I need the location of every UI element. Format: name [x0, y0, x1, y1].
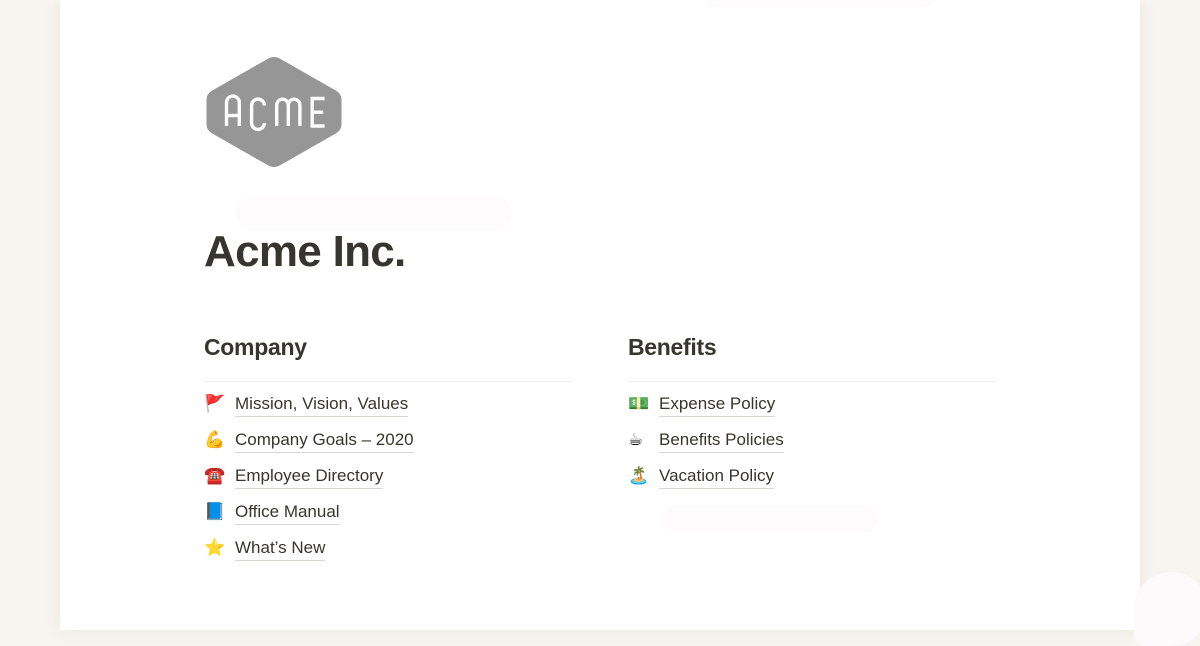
page-content: Acme Inc. Company 🚩 Mission, Vision, Val… [204, 0, 1004, 630]
triangular-flag-emoji: 🚩 [204, 394, 226, 414]
link-vacation-policy[interactable]: Vacation Policy [659, 465, 774, 489]
column-company: Company 🚩 Mission, Vision, Values 💪 Comp… [204, 332, 572, 573]
page-stage: Acme Inc. Company 🚩 Mission, Vision, Val… [0, 0, 1200, 646]
dollar-banknote-emoji: 💵 [628, 394, 650, 414]
background-artifact-corner [1134, 572, 1200, 646]
column-heading-benefits: Benefits [628, 334, 717, 360]
list-item[interactable]: 🚩 Mission, Vision, Values [204, 393, 572, 429]
list-item[interactable]: ☕ Benefits Policies [628, 429, 996, 465]
list-item[interactable]: ☎️ Employee Directory [204, 465, 572, 501]
column-divider-company [204, 381, 572, 382]
telephone-emoji: ☎️ [204, 466, 226, 486]
link-expense-policy[interactable]: Expense Policy [659, 393, 776, 417]
star-emoji: ⭐ [204, 538, 226, 558]
list-item[interactable]: 💪 Company Goals – 2020 [204, 429, 572, 465]
page-title: Acme Inc. [204, 227, 406, 276]
link-columns: Company 🚩 Mission, Vision, Values 💪 Comp… [204, 332, 1004, 573]
column-heading-company: Company [204, 334, 307, 360]
link-office-manual[interactable]: Office Manual [235, 501, 340, 525]
link-employee-directory[interactable]: Employee Directory [235, 465, 384, 489]
list-item[interactable]: 📘 Office Manual [204, 501, 572, 537]
hot-beverage-emoji: ☕ [628, 430, 644, 450]
list-item[interactable]: 💵 Expense Policy [628, 393, 996, 429]
company-logo [204, 55, 344, 169]
link-whats-new[interactable]: What’s New [235, 537, 326, 561]
flexed-biceps-emoji: 💪 [204, 430, 226, 450]
link-mission-vision-values[interactable]: Mission, Vision, Values [235, 393, 409, 417]
blue-book-emoji: 📘 [204, 502, 226, 522]
column-divider-benefits [628, 381, 996, 382]
link-list-company: 🚩 Mission, Vision, Values 💪 Company Goal… [204, 393, 572, 573]
hexagon-logo-icon [206, 57, 342, 167]
link-company-goals[interactable]: Company Goals – 2020 [235, 429, 414, 453]
desert-island-emoji: 🏝️ [628, 466, 650, 486]
link-list-benefits: 💵 Expense Policy ☕ Benefits Policies 🏝️ … [628, 393, 996, 501]
list-item[interactable]: ⭐ What’s New [204, 537, 572, 573]
column-benefits: Benefits 💵 Expense Policy ☕ Benefits Pol… [628, 332, 996, 573]
list-item[interactable]: 🏝️ Vacation Policy [628, 465, 996, 501]
link-benefits-policies[interactable]: Benefits Policies [659, 429, 784, 453]
